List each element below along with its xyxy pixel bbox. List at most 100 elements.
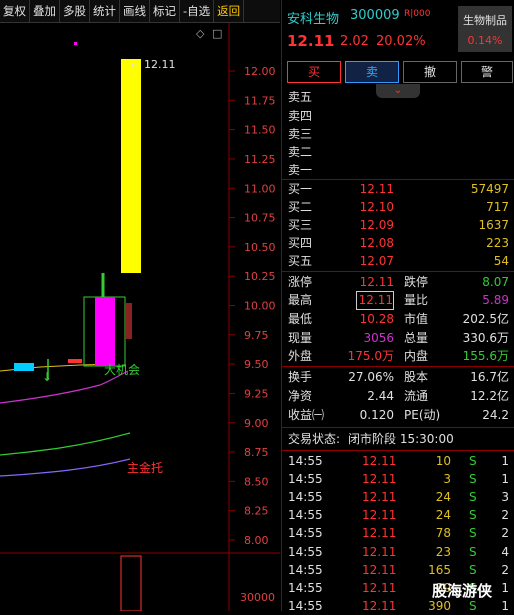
trade-n: 1 (501, 472, 509, 487)
order-label: 卖一 (288, 163, 313, 177)
kline-svg: 12.00 11.75 11.50 11.25 11.00 10.75 10.50 10.25… (0, 23, 280, 611)
candle-small (14, 363, 34, 371)
vol-ratio-label: 量比 (404, 293, 429, 307)
trade-n: 1 (501, 454, 509, 468)
toolbar-restore-rights-button[interactable]: 复权 (0, 0, 30, 22)
toolbar-back-button[interactable]: 返回 (214, 0, 245, 22)
sector-change: 0.14% (467, 34, 503, 47)
sell-order-row: 卖三 (282, 125, 514, 144)
trade-price: 12.11 (362, 490, 397, 505)
current-price: 12.11 (287, 32, 335, 50)
mkt-cap-label: 市值 (404, 312, 429, 326)
trade-row: 14:55 12.11 10 S 1 (282, 452, 514, 470)
trade-n: 1 (501, 598, 509, 613)
trade-time: 14:55 (288, 472, 323, 487)
trade-side: S (469, 526, 477, 541)
trade-status-label: 交易状态: (288, 432, 341, 446)
outer-label: 外盘 (288, 349, 313, 363)
volume-tick-label: 30000 (240, 591, 275, 604)
toolbar-mark-button[interactable]: 标记 (150, 0, 180, 22)
sector-name: 生物制品 (463, 14, 507, 27)
ma-line-purple (0, 458, 131, 477)
trade-price: 12.11 (362, 544, 397, 559)
limit-up-value: 12.11 (359, 275, 394, 289)
inner-label: 内盘 (404, 349, 429, 363)
toolbar-draw-line-button[interactable]: 画线 (120, 0, 150, 22)
trade-price: 12.11 (362, 580, 397, 595)
trade-price: 12.11 (362, 472, 397, 487)
sell-order-row: 卖五 (282, 88, 514, 107)
buy-order-row: 买四 12.08 223 (282, 234, 514, 253)
order-label: 买一 (288, 182, 313, 196)
annotation-fund: 主金托 (127, 460, 163, 475)
kline-chart[interactable]: 12.00 11.75 11.50 11.25 11.00 10.75 10.50 10.25… (0, 23, 280, 611)
trade-time: 14:55 (288, 490, 323, 505)
trade-row: 14:55 12.11 24 S 3 (282, 488, 514, 506)
trade-row: 14:55 12.11 165 S 2 (282, 561, 514, 579)
candle-limit-up (121, 59, 141, 273)
y-tick-label: 10.25 (244, 270, 276, 283)
turnover-value: 27.06% (348, 370, 394, 384)
down-arrow-icon: ↓ (42, 370, 52, 384)
box-icon[interactable]: □ (212, 27, 222, 40)
watermark: 股海游侠 (432, 582, 493, 600)
diamond-icon[interactable]: ◇ (196, 27, 205, 40)
candle-prev-body (95, 297, 115, 366)
alert-button[interactable]: 警 (461, 61, 513, 83)
cur-vol-label: 现量 (288, 331, 313, 345)
toolbar-stats-button[interactable]: 统计 (90, 0, 120, 22)
toolbar-multi-stock-button[interactable]: 多股 (60, 0, 90, 22)
trade-vol: 165 (428, 562, 451, 577)
trade-row: 14:55 12.11 23 S 4 (282, 543, 514, 561)
price-change: 2.02 (340, 34, 369, 49)
stock-tag: R|000 (404, 9, 431, 19)
buy-order-row: 买三 12.09 1637 (282, 216, 514, 235)
stat-row: 最高 12.11 量比 5.89 (282, 291, 514, 310)
toolbar-remove-watchlist-button[interactable]: -自选 (180, 0, 215, 22)
price-change-pct: 20.02% (376, 34, 426, 49)
order-price: 12.08 (359, 236, 394, 250)
trade-time: 14:55 (288, 580, 323, 595)
sell-button[interactable]: 卖 (345, 61, 399, 83)
sector-box[interactable]: 生物制品 0.14% (458, 6, 512, 52)
stat-row: 净资 2.44 流通 12.2亿 (282, 387, 514, 406)
stat-row: 最低 10.28 市值 202.5亿 (282, 310, 514, 329)
y-tick-label: 8.75 (244, 446, 269, 459)
chart-toolbar: 复权 叠加 多股 统计 画线 标记 -自选 返回 (0, 0, 280, 23)
trade-side: S (469, 562, 477, 577)
order-label: 买四 (288, 236, 313, 250)
eps-value: 0.120 (359, 408, 394, 422)
trade-row: 14:55 12.11 78 S 2 (282, 524, 514, 542)
trade-row: 14:55 12.11 24 S 2 (282, 506, 514, 524)
volume-bar (120, 555, 142, 611)
order-price: 12.09 (359, 218, 394, 232)
high-marker-tick: ← (131, 61, 139, 71)
shares-label: 股本 (404, 370, 429, 384)
high-value: 12.11 (356, 291, 394, 310)
candle-side-bar (126, 303, 132, 339)
total-vol-value: 330.6万 (462, 331, 509, 345)
candle-small (68, 359, 82, 363)
trade-price: 12.11 (362, 508, 397, 523)
high-label: 最高 (288, 293, 313, 307)
trade-vol: 3 (443, 472, 451, 487)
marker-dot (74, 42, 77, 45)
trade-vol: 23 (435, 544, 451, 559)
trade-time: 14:55 (288, 544, 323, 559)
trade-n: 4 (501, 544, 509, 559)
y-tick-label: 11.75 (244, 94, 276, 107)
toolbar-overlay-button[interactable]: 叠加 (30, 0, 60, 22)
trade-status-row: 交易状态: 闭市阶段 15:30:00 (282, 430, 514, 449)
low-label: 最低 (288, 312, 313, 326)
trade-side: S (469, 454, 477, 468)
buy-order-row: 买五 12.07 54 (282, 252, 514, 271)
cancel-button[interactable]: 撤 (403, 61, 457, 83)
buy-button[interactable]: 买 (287, 61, 341, 83)
eps-label: 收益㈠ (288, 408, 325, 422)
trade-time: 14:55 (288, 562, 323, 577)
y-tick-label: 11.25 (244, 153, 276, 166)
sell-order-row: 卖一 (282, 161, 514, 180)
float-label: 流通 (404, 389, 429, 403)
y-tick-label: 11.00 (244, 182, 276, 195)
pe-label: PE(动) (404, 408, 441, 422)
